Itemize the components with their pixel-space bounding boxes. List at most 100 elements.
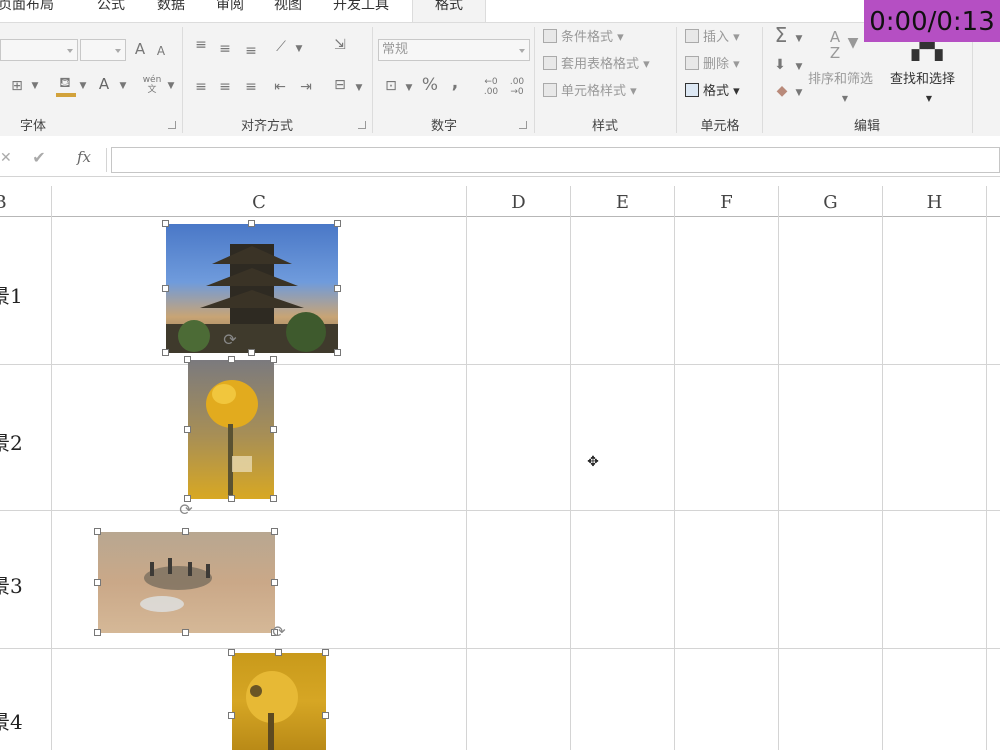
resize-handle[interactable] <box>182 629 189 636</box>
column-header-f[interactable]: F <box>675 186 778 216</box>
increase-decimal-icon[interactable]: ←0.00 <box>480 77 502 97</box>
rotate-handle-icon[interactable]: ⟳ <box>177 501 195 519</box>
number-launcher-icon[interactable] <box>519 121 527 129</box>
decrease-decimal-icon[interactable]: .00 →0 <box>506 77 528 97</box>
border-icon[interactable]: ⊞ <box>8 78 26 94</box>
resize-handle[interactable] <box>275 649 282 656</box>
align-middle-icon[interactable]: ≡ <box>216 41 234 57</box>
column-header-g[interactable]: G <box>779 186 882 216</box>
resize-handle[interactable] <box>162 349 169 356</box>
resize-handle[interactable] <box>228 712 235 719</box>
align-bottom-icon[interactable]: ≡ <box>242 43 260 59</box>
tab-format[interactable]: 格式 <box>412 0 486 22</box>
align-left-icon[interactable]: ≡ <box>192 79 210 95</box>
cancel-icon[interactable]: ✕ <box>0 150 12 166</box>
resize-handle[interactable] <box>334 285 341 292</box>
resize-handle[interactable] <box>162 285 169 292</box>
column-header-b[interactable]: B <box>0 186 10 216</box>
wrap-text-icon[interactable]: ⇲ <box>330 37 350 53</box>
tab-view[interactable]: 视图 <box>274 0 314 22</box>
delete-cells-button[interactable]: 删除 ▾ <box>685 56 740 74</box>
resize-handle[interactable] <box>94 579 101 586</box>
picture-yellow-tree[interactable] <box>232 653 326 750</box>
fill-dropdown-icon[interactable]: ▼ <box>78 78 88 94</box>
resize-handle[interactable] <box>228 649 235 656</box>
font-shrink-icon[interactable]: A <box>154 43 168 59</box>
table-format-button[interactable]: 套用表格格式 ▾ <box>543 56 650 74</box>
autosum-dropdown-icon[interactable]: ▼ <box>794 31 804 47</box>
font-color-dropdown-icon[interactable]: ▼ <box>118 78 128 94</box>
fill-down-icon[interactable]: ⬇ <box>770 57 790 73</box>
resize-handle[interactable] <box>334 220 341 227</box>
resize-handle[interactable] <box>334 349 341 356</box>
resize-handle[interactable] <box>270 426 277 433</box>
align-right-icon[interactable]: ≡ <box>242 79 260 95</box>
autosum-icon[interactable]: Σ <box>770 25 792 45</box>
cell-b-row2[interactable]: 景2 <box>0 427 23 456</box>
conditional-format-button[interactable]: 条件格式 ▾ <box>543 29 624 47</box>
resize-handle[interactable] <box>270 495 277 502</box>
accounting-format-icon[interactable]: ⊡ <box>380 78 402 94</box>
font-size-combo[interactable] <box>80 39 126 61</box>
align-center-icon[interactable]: ≡ <box>216 79 234 95</box>
enter-icon[interactable]: ✔ <box>30 150 48 166</box>
tab-formulas[interactable]: 公式 <box>97 0 137 22</box>
tab-review[interactable]: 审阅 <box>216 0 256 22</box>
column-header-c[interactable]: C <box>52 186 466 216</box>
insert-cells-button[interactable]: 插入 ▾ <box>685 29 740 47</box>
picture-flower[interactable] <box>188 360 274 499</box>
merge-dropdown-icon[interactable]: ▼ <box>354 80 364 96</box>
picture-pagoda[interactable] <box>166 224 338 353</box>
orientation-icon[interactable]: ⟋ <box>270 39 292 55</box>
font-name-combo[interactable] <box>0 39 78 61</box>
find-select-button[interactable]: 查找和选择 <box>890 71 955 89</box>
column-header-h[interactable]: H <box>883 186 986 216</box>
resize-handle[interactable] <box>228 356 235 363</box>
resize-handle[interactable] <box>270 356 277 363</box>
resize-handle[interactable] <box>248 349 255 356</box>
resize-handle[interactable] <box>94 528 101 535</box>
font-launcher-icon[interactable] <box>168 121 176 129</box>
picture-desert[interactable] <box>98 532 275 633</box>
fill-down-dropdown-icon[interactable]: ▼ <box>794 59 804 75</box>
column-header-e[interactable]: E <box>571 186 674 216</box>
border-dropdown-icon[interactable]: ▼ <box>30 78 40 94</box>
resize-handle[interactable] <box>271 579 278 586</box>
resize-handle[interactable] <box>271 528 278 535</box>
accounting-dropdown-icon[interactable]: ▼ <box>404 80 414 96</box>
cell-b-row1[interactable]: 景1 <box>0 280 23 309</box>
format-cells-button[interactable]: 格式 ▾ <box>685 83 740 101</box>
resize-handle[interactable] <box>248 220 255 227</box>
tab-data[interactable]: 数据 <box>157 0 197 22</box>
resize-handle[interactable] <box>184 426 191 433</box>
percent-icon[interactable]: % <box>420 77 440 94</box>
resize-handle[interactable] <box>182 528 189 535</box>
number-format-combo[interactable]: 常规 <box>378 39 530 61</box>
column-header-d[interactable]: D <box>467 186 570 216</box>
cell-styles-button[interactable]: 单元格样式 ▾ <box>543 83 637 101</box>
resize-handle[interactable] <box>162 220 169 227</box>
increase-indent-icon[interactable]: ⇥ <box>296 79 316 95</box>
resize-handle[interactable] <box>94 629 101 636</box>
clear-icon[interactable]: ◆ <box>772 83 792 99</box>
orientation-dropdown-icon[interactable]: ▼ <box>294 41 304 57</box>
tab-page-layout[interactable]: 页面布局 <box>0 0 76 22</box>
merge-center-icon[interactable]: ⊟ <box>330 77 350 93</box>
resize-handle[interactable] <box>228 495 235 502</box>
resize-handle[interactable] <box>322 712 329 719</box>
rotate-handle-icon[interactable]: ⟳ <box>221 331 239 349</box>
comma-icon[interactable]: , <box>448 75 462 92</box>
decrease-indent-icon[interactable]: ⇤ <box>270 79 290 95</box>
cell-b-row3[interactable]: 景3 <box>0 570 23 599</box>
sort-filter-button[interactable]: 排序和筛选 <box>808 71 873 89</box>
font-color-icon[interactable]: A <box>96 76 112 92</box>
resize-handle[interactable] <box>322 649 329 656</box>
phonetic-dropdown-icon[interactable]: ▼ <box>166 78 176 94</box>
tab-developer[interactable]: 开发工具 <box>333 0 403 22</box>
fill-color-icon[interactable]: ⛾ <box>54 75 76 91</box>
font-grow-icon[interactable]: A <box>132 41 148 57</box>
rotate-handle-icon[interactable]: ⟳ <box>270 623 288 641</box>
insert-function-icon[interactable]: fx <box>72 149 96 165</box>
resize-handle[interactable] <box>184 356 191 363</box>
formula-input[interactable] <box>111 147 1000 173</box>
